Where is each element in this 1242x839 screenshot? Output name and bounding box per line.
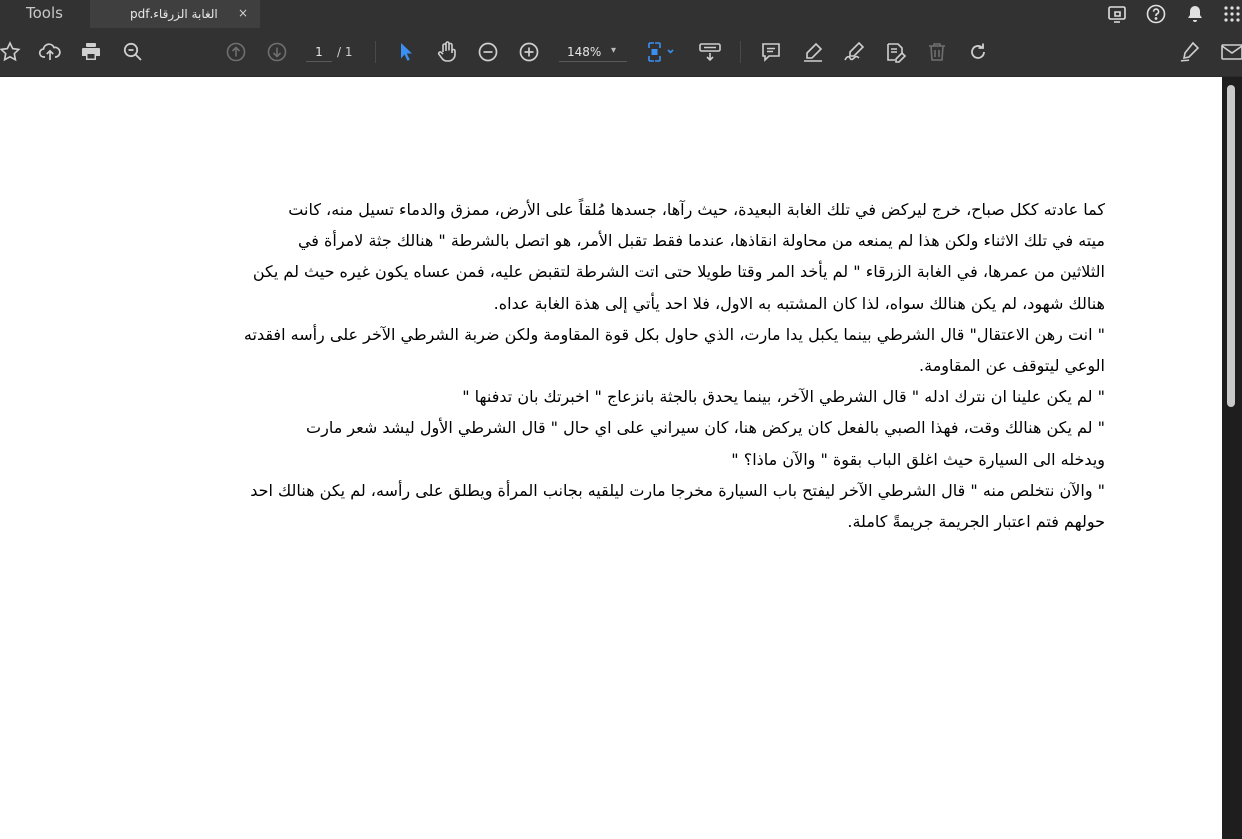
toolbar-divider: [740, 41, 741, 63]
text-line: " انت رهن الاعتقال" قال الشرطي بينما يكب…: [243, 324, 1105, 344]
scroll-mode-icon[interactable]: [698, 40, 722, 64]
apps-grid-icon[interactable]: [1222, 3, 1242, 25]
text-line: حولهم فتم اعتبار الجريمة جريمةً كاملة.: [847, 511, 1105, 531]
text-line: " لم يكن هنالك وقت، فهذا الصبي بالفعل كا…: [306, 418, 1105, 438]
tab-bar: Tools الغابة الزرقاء.pdf ×: [0, 0, 1242, 28]
comment-icon[interactable]: [759, 40, 783, 64]
zoom-level-select[interactable]: 148% ▾: [559, 43, 627, 62]
text-line: الثلاثين من عمرها، في الغابة الزرقاء " ل…: [252, 262, 1105, 282]
text-line: هنالك شهود، لم يكن هنالك سواه، لذا كان ا…: [493, 293, 1105, 313]
text-line: " والآن نتخلص منه " قال الشرطي الآخر ليف…: [250, 480, 1105, 500]
tab-document-title: الغابة الزرقاء.pdf: [130, 7, 218, 21]
notification-bell-icon[interactable]: [1184, 3, 1206, 25]
tab-close-button[interactable]: ×: [238, 6, 248, 20]
vertical-scrollbar[interactable]: [1222, 77, 1242, 839]
chevron-down-icon: ▾: [611, 45, 617, 56]
upload-icon[interactable]: [38, 40, 62, 64]
sign-icon[interactable]: [842, 40, 866, 64]
document-page: كما عادته ككل صباح، خرج ليركض في تلك الغ…: [0, 77, 1222, 839]
scrollbar-thumb[interactable]: [1227, 85, 1235, 407]
delete-icon[interactable]: [925, 40, 949, 64]
page-number-input[interactable]: 1: [306, 43, 332, 62]
fit-page-icon[interactable]: [646, 40, 678, 64]
text-line: كما عادته ككل صباح، خرج ليركض في تلك الغ…: [288, 200, 1105, 219]
text-line: الوعي ليتوقف عن المقاومة.: [919, 355, 1105, 375]
select-cursor-icon[interactable]: [394, 40, 418, 64]
tab-tools[interactable]: Tools: [0, 0, 90, 28]
zoom-level-value: 148%: [567, 45, 602, 59]
text-line: ويدخله الى السيارة حيث اغلق الباب بقوة "…: [731, 449, 1105, 469]
fill-sign-icon[interactable]: [1178, 40, 1202, 64]
screen-share-icon[interactable]: [1106, 3, 1128, 25]
star-icon[interactable]: [0, 40, 22, 64]
page-total-label: / 1: [337, 45, 353, 59]
page-down-icon[interactable]: [265, 40, 289, 64]
document-text: كما عادته ككل صباح، خرج ليركض في تلك الغ…: [80, 194, 1105, 537]
print-icon[interactable]: [79, 40, 103, 64]
zoom-in-icon[interactable]: [517, 40, 541, 64]
main-toolbar: 1 / 1 148% ▾: [0, 28, 1242, 77]
rotate-icon[interactable]: [966, 40, 990, 64]
text-line: " لم يكن علينا ان نترك ادله " قال الشرطي…: [462, 387, 1105, 407]
edit-pdf-icon[interactable]: [884, 40, 908, 64]
zoom-out-icon[interactable]: [476, 40, 500, 64]
tab-document[interactable]: الغابة الزرقاء.pdf ×: [90, 0, 260, 28]
page-up-icon[interactable]: [224, 40, 248, 64]
email-icon[interactable]: [1220, 40, 1242, 64]
hand-tool-icon[interactable]: [435, 40, 459, 64]
toolbar-divider: [375, 41, 376, 63]
highlight-icon[interactable]: [801, 40, 825, 64]
help-icon[interactable]: [1145, 3, 1167, 25]
text-line: ميته في تلك الاثناء ولكن هذا لم يمنعه من…: [297, 231, 1105, 251]
tab-tools-label: Tools: [26, 4, 63, 22]
search-icon[interactable]: [121, 40, 145, 64]
